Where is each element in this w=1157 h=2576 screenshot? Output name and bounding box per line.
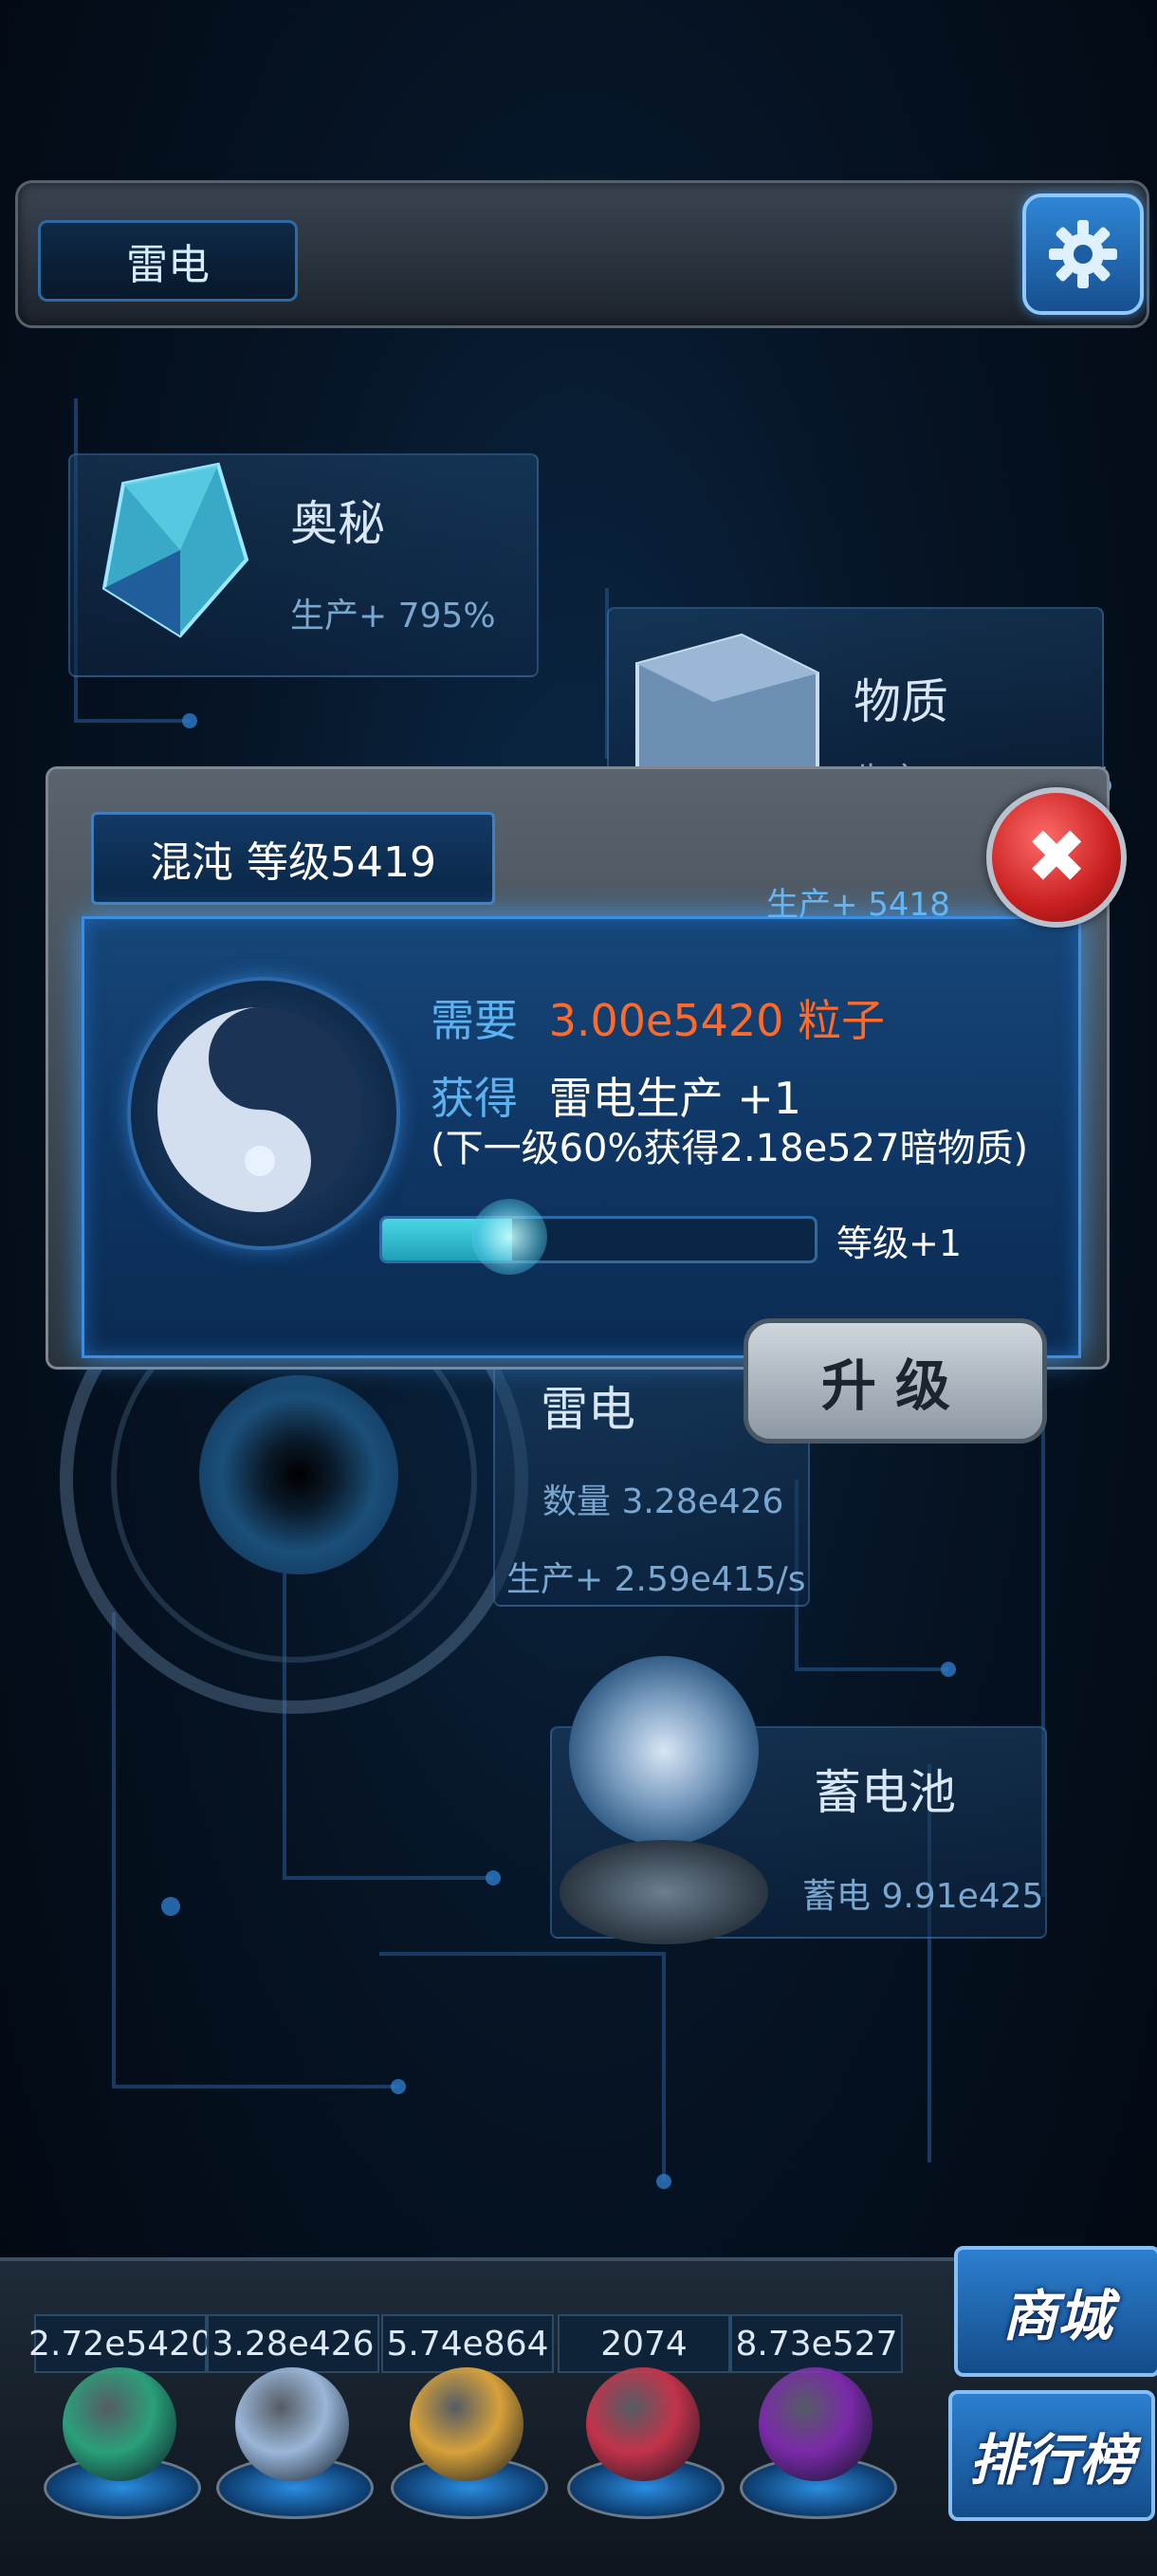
close-icon: ✖ <box>1025 815 1088 900</box>
resource-value-1: 3.28e426 <box>207 2314 379 2373</box>
ranking-button-label: 排行榜 <box>968 2428 1134 2493</box>
tab-label-text: 雷电 <box>126 241 210 289</box>
shop-button-label: 商城 <box>1001 2284 1112 2348</box>
upgrade-progress-bar <box>379 1216 817 1263</box>
gain-value: 雷电生产 +1 <box>548 1073 802 1124</box>
card-mystery-sub: 生产+ 795% <box>290 597 496 635</box>
resource-orb-icon-2[interactable] <box>410 2367 523 2481</box>
next-level-note: (下一级60%获得2.18e527暗物质) <box>431 1127 1029 1170</box>
thunder-vortex-icon <box>199 1375 398 1574</box>
dialog-title: 混沌 等级5419 <box>91 812 495 905</box>
resource-value-3: 2074 <box>558 2314 730 2373</box>
matter-cube-icon <box>599 626 827 789</box>
progress-knob[interactable] <box>470 1199 547 1275</box>
mystery-crystal-icon <box>66 446 266 664</box>
battery-pedestal-icon <box>560 1840 768 1944</box>
resource-orb-icon-3[interactable] <box>586 2367 700 2481</box>
resource-orb-icon-1[interactable] <box>235 2367 349 2481</box>
gain-label: 获得 <box>431 1073 518 1124</box>
level-step-label: 等级+1 <box>836 1223 963 1264</box>
card-thunder-title: 雷电 <box>541 1382 635 1437</box>
resource-orb-icon-0[interactable] <box>63 2367 176 2481</box>
gear-icon <box>1049 220 1117 288</box>
resource-value-0: 2.72e5420 <box>28 2314 212 2373</box>
card-battery-title: 蓄电池 <box>814 1765 956 1820</box>
resource-value-4: 8.73e527 <box>730 2314 903 2373</box>
require-label: 需要 <box>431 995 518 1046</box>
card-battery-stored: 蓄电 9.91e425 <box>802 1877 1044 1916</box>
card-thunder-prod: 生产+ 2.59e415/s <box>506 1560 806 1599</box>
card-thunder-count: 数量 3.28e426 <box>542 1482 784 1521</box>
dialog-production: 生产+ 5418 <box>766 886 950 924</box>
card-matter-title: 物质 <box>854 674 948 729</box>
resource-orb-icon-4[interactable] <box>759 2367 872 2481</box>
upgrade-button-label: 升级 <box>820 1353 969 1418</box>
close-button[interactable]: ✖ <box>986 787 1127 928</box>
yin-yang-icon <box>156 1005 364 1214</box>
upgrade-button[interactable]: 升级 <box>744 1318 1047 1444</box>
dialog-title-text: 混沌 等级5419 <box>150 838 436 887</box>
require-value: 3.00e5420 粒子 <box>548 995 886 1046</box>
ranking-button[interactable]: 排行榜 <box>948 2390 1155 2521</box>
current-tab-label[interactable]: 雷电 <box>38 220 298 302</box>
settings-button[interactable] <box>1022 193 1144 315</box>
shop-button[interactable]: 商城 <box>954 2246 1157 2377</box>
resource-value-2: 5.74e864 <box>381 2314 554 2373</box>
card-mystery-title: 奥秘 <box>290 496 385 551</box>
battery-lightning-orb-icon <box>569 1656 759 1846</box>
